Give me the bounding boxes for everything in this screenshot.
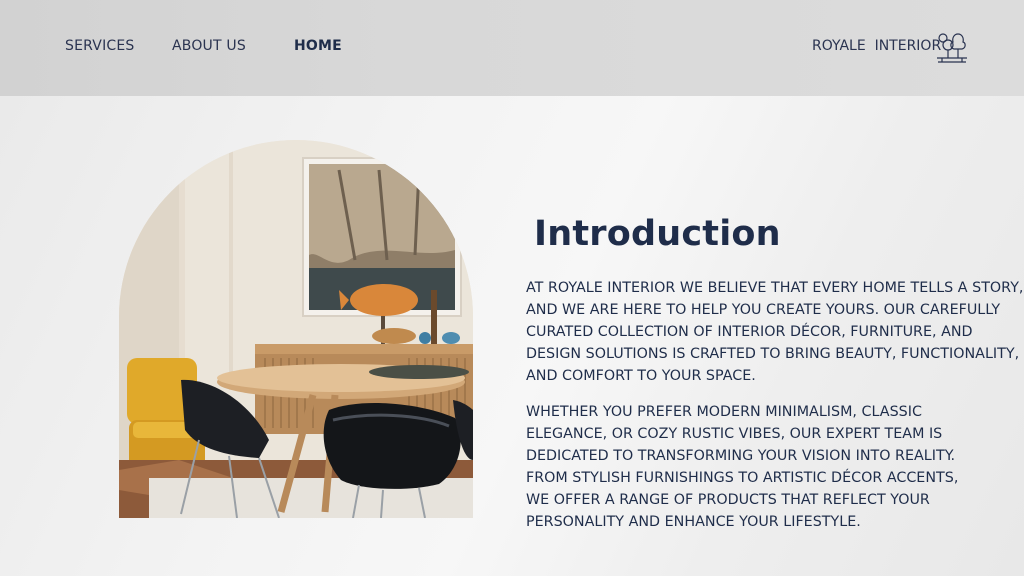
intro-title: Introduction (534, 214, 781, 254)
dining-room-photo (119, 140, 473, 518)
intro-paragraph-1: AT ROYALE INTERIOR WE BELIEVE THAT EVERY… (526, 280, 1024, 384)
intro-paragraph-2: WHETHER YOU PREFER MODERN MINIMALISM, CL… (526, 404, 959, 530)
brand-name: ROYALE INTERIOR (812, 38, 942, 54)
top-navigation-bar: SERVICES ABOUT US HOME ROYALE INTERIOR (0, 0, 1024, 96)
nav-link-services[interactable]: SERVICES (65, 38, 135, 54)
nav-link-home[interactable]: HOME (294, 38, 342, 54)
nav-link-about-us[interactable]: ABOUT US (172, 38, 246, 54)
trees-bench-icon (934, 30, 970, 66)
